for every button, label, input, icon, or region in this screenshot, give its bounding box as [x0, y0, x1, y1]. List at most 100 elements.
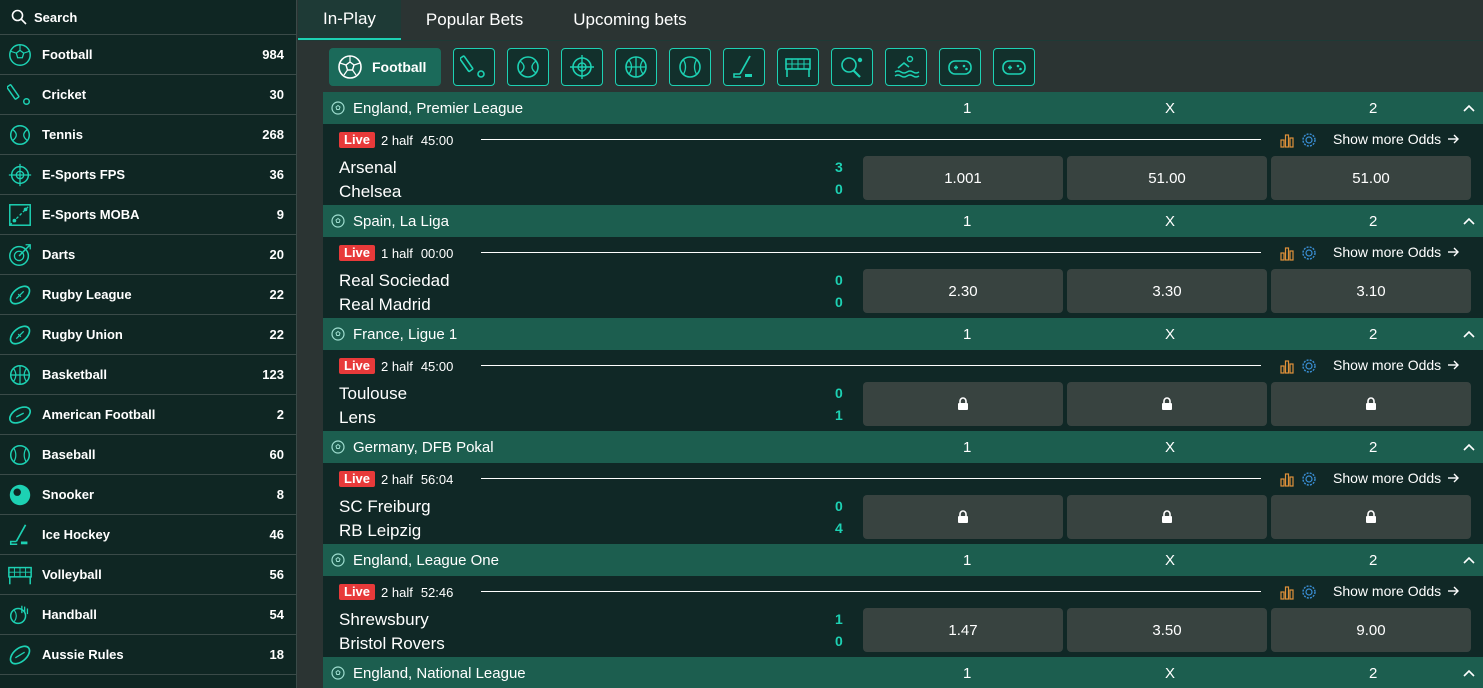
- league-header[interactable]: France, Ligue 1 1 X 2: [323, 318, 1483, 350]
- sidebar-item-count: 22: [269, 287, 284, 302]
- sidebar-item-basketball[interactable]: Basketball 123: [0, 355, 296, 395]
- basketball-icon: [625, 55, 647, 78]
- search-label: Search: [34, 9, 78, 25]
- away-team: Chelsea: [339, 182, 402, 201]
- sidebar-item-baseball[interactable]: Baseball 60: [0, 435, 296, 475]
- odd-away-button[interactable]: 9.00: [1271, 608, 1471, 652]
- show-more-odds-link[interactable]: Show more Odds: [1333, 244, 1460, 260]
- odd-draw-button[interactable]: [1067, 495, 1267, 539]
- sidebar-item-tennis[interactable]: Tennis 268: [0, 115, 296, 155]
- sport-filter-ice-hockey-button[interactable]: [723, 47, 765, 86]
- football-icon: [331, 214, 345, 228]
- sidebar-item-american-football[interactable]: American Football 2: [0, 395, 296, 435]
- odd-home-button[interactable]: [863, 382, 1063, 426]
- show-more-odds-link[interactable]: Show more Odds: [1333, 131, 1460, 147]
- tab-upcoming-bets[interactable]: Upcoming bets: [548, 0, 711, 40]
- stats-icon[interactable]: [1279, 584, 1295, 600]
- odd-away-button[interactable]: [1271, 495, 1471, 539]
- sport-filter-basketball-button[interactable]: [615, 47, 657, 86]
- stats-icon[interactable]: [1279, 132, 1295, 148]
- odd-draw-button[interactable]: [1067, 382, 1267, 426]
- odd-home-button[interactable]: [863, 495, 1063, 539]
- home-team: SC Freiburg: [339, 497, 431, 516]
- sidebar-item-rugby-union[interactable]: Rugby Union 22: [0, 315, 296, 355]
- odd-draw-button[interactable]: 3.30: [1067, 269, 1267, 313]
- show-more-odds-link[interactable]: Show more Odds: [1333, 470, 1460, 486]
- sidebar-item-e-sports-fps[interactable]: E-Sports FPS 36: [0, 155, 296, 195]
- away-score: 4: [835, 520, 843, 536]
- league-name: Spain, La Liga: [353, 212, 449, 230]
- sidebar-item-darts[interactable]: Darts 20: [0, 235, 296, 275]
- gear-icon[interactable]: [1301, 245, 1317, 261]
- sidebar-item-aussie-rules[interactable]: Aussie Rules 18: [0, 635, 296, 675]
- league-header[interactable]: England, National League 1 X 2: [323, 657, 1483, 688]
- sport-filter-tennis-button[interactable]: [507, 47, 549, 86]
- sidebar-item-rugby-league[interactable]: Rugby League 22: [0, 275, 296, 315]
- home-team: Shrewsbury: [339, 610, 429, 629]
- sport-filter-crosshair-button[interactable]: [561, 47, 603, 86]
- chevron-up-icon[interactable]: [1461, 100, 1477, 116]
- sidebar-item-football[interactable]: Football 984: [0, 35, 296, 75]
- sport-filter-football[interactable]: Football: [329, 47, 441, 86]
- sport-filter-table-tennis-button[interactable]: [831, 47, 873, 86]
- odd-draw-button[interactable]: 51.00: [1067, 156, 1267, 200]
- sidebar-item-volleyball[interactable]: Volleyball 56: [0, 555, 296, 595]
- gear-icon[interactable]: [1301, 584, 1317, 600]
- sport-filter-baseball-button[interactable]: [669, 47, 711, 86]
- stats-icon[interactable]: [1279, 471, 1295, 487]
- event-clock: 45:00: [420, 132, 454, 148]
- odd-draw-button[interactable]: 3.50: [1067, 608, 1267, 652]
- stats-icon[interactable]: [1279, 245, 1295, 261]
- sidebar-item-cricket[interactable]: Cricket 30: [0, 75, 296, 115]
- market-header-1: 1: [963, 552, 972, 569]
- ice-hockey-icon: [9, 523, 28, 545]
- divider: [481, 252, 1261, 253]
- odd-home-button[interactable]: 1.47: [863, 608, 1063, 652]
- chevron-up-icon[interactable]: [1461, 665, 1477, 681]
- odd-home-button[interactable]: 2.30: [863, 269, 1063, 313]
- sidebar-item-e-sports-moba[interactable]: E-Sports MOBA 9: [0, 195, 296, 235]
- chevron-up-icon[interactable]: [1461, 213, 1477, 229]
- search-bar[interactable]: Search: [0, 0, 296, 35]
- market-header-1: 1: [963, 326, 972, 343]
- sidebar-item-label: Basketball: [42, 367, 108, 382]
- sport-filter-volleyball-net-button[interactable]: [777, 47, 819, 86]
- tab-in-play[interactable]: In-Play: [298, 0, 401, 40]
- league-header[interactable]: England, Premier League 1 X 2: [323, 92, 1483, 124]
- home-score: 0: [835, 385, 843, 401]
- odd-away-button[interactable]: 51.00: [1271, 156, 1471, 200]
- odd-away-button[interactable]: [1271, 382, 1471, 426]
- sport-filter-gamepad-button[interactable]: [939, 47, 981, 86]
- odd-away-button[interactable]: 3.10: [1271, 269, 1471, 313]
- league-header[interactable]: England, League One 1 X 2: [323, 544, 1483, 576]
- arrow-right-icon: [1448, 134, 1460, 144]
- sport-filter-water-polo-button[interactable]: [885, 47, 927, 86]
- stats-icon[interactable]: [1279, 358, 1295, 374]
- league-header[interactable]: Germany, DFB Pokal 1 X 2: [323, 431, 1483, 463]
- odd-home-button[interactable]: 1.001: [863, 156, 1063, 200]
- gear-icon[interactable]: [1301, 471, 1317, 487]
- gear-icon[interactable]: [1301, 132, 1317, 148]
- sidebar-item-snooker[interactable]: Snooker 8: [0, 475, 296, 515]
- league-header[interactable]: Spain, La Liga 1 X 2: [323, 205, 1483, 237]
- football-icon: [338, 54, 362, 79]
- chevron-up-icon[interactable]: [1461, 439, 1477, 455]
- chevron-up-icon[interactable]: [1461, 326, 1477, 342]
- arrow-right-icon: [1448, 360, 1460, 370]
- home-team: Real Sociedad: [339, 271, 450, 290]
- sidebar-item-label: Rugby Union: [42, 327, 123, 342]
- gear-icon[interactable]: [1301, 358, 1317, 374]
- crosshair-icon: [8, 163, 32, 186]
- tab-popular-bets[interactable]: Popular Bets: [401, 0, 548, 40]
- main-tabs: In-Play Popular Bets Upcoming bets: [298, 0, 1483, 40]
- show-more-odds-link[interactable]: Show more Odds: [1333, 583, 1460, 599]
- league-name: Germany, DFB Pokal: [353, 438, 494, 456]
- sidebar-item-ice-hockey[interactable]: Ice Hockey 46: [0, 515, 296, 555]
- sidebar-item-handball[interactable]: Handball 54: [0, 595, 296, 635]
- show-more-odds-link[interactable]: Show more Odds: [1333, 357, 1460, 373]
- football-icon: [331, 327, 345, 341]
- sport-filter-gamepad-button[interactable]: [993, 47, 1035, 86]
- sport-filter-cricket-button[interactable]: [453, 47, 495, 86]
- event-period: 2 half: [381, 584, 413, 600]
- chevron-up-icon[interactable]: [1461, 552, 1477, 568]
